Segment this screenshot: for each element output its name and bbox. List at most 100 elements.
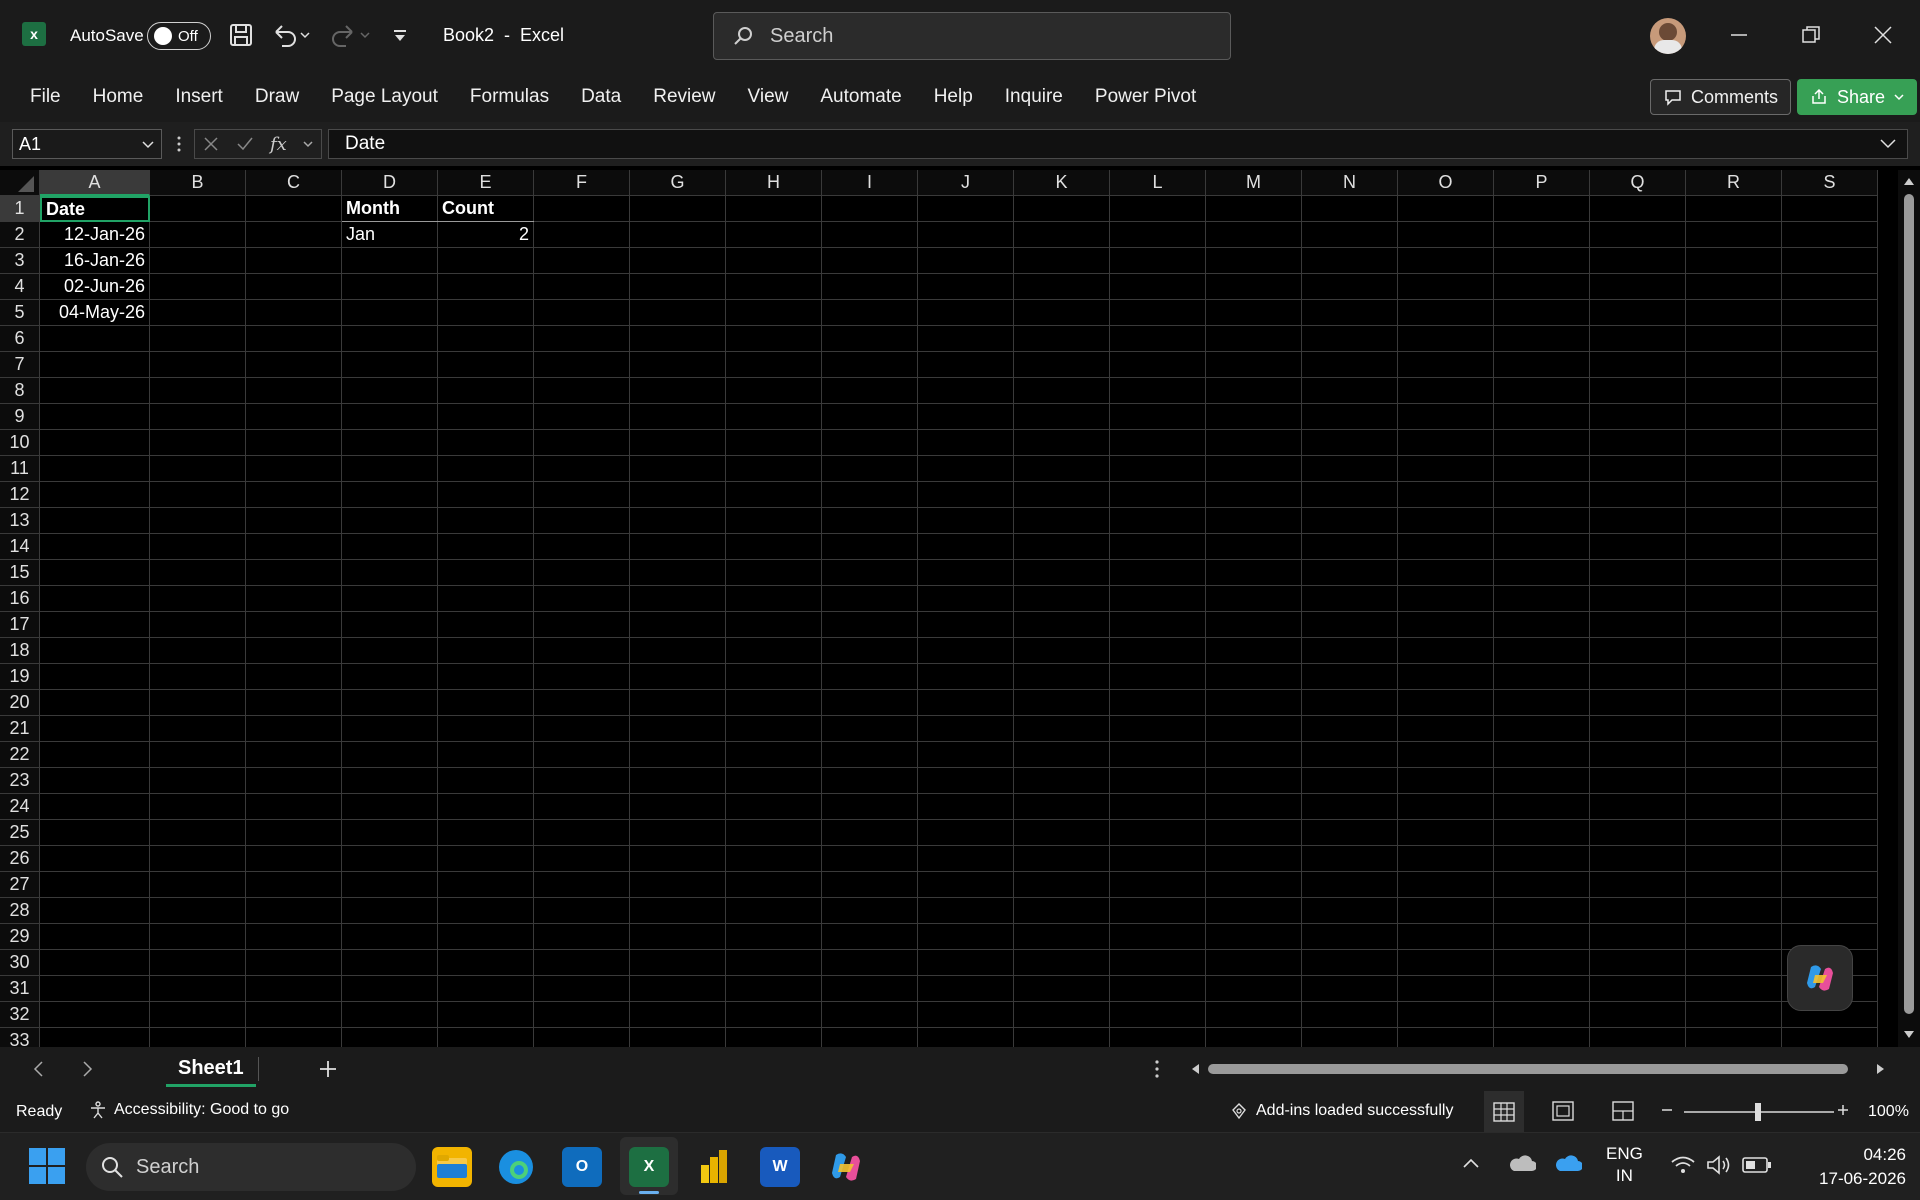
cell-f14[interactable]: [534, 534, 630, 560]
cell-p2[interactable]: [1494, 222, 1590, 248]
chevron-up-icon[interactable]: [1462, 1157, 1480, 1169]
cell-c14[interactable]: [246, 534, 342, 560]
clock[interactable]: 04:26 17-06-2026: [1796, 1143, 1906, 1191]
cell-o21[interactable]: [1398, 716, 1494, 742]
cell-k24[interactable]: [1014, 794, 1110, 820]
taskbar-excel-active[interactable]: X: [620, 1137, 678, 1195]
cell-o1[interactable]: [1398, 196, 1494, 222]
cell-f25[interactable]: [534, 820, 630, 846]
cell-q9[interactable]: [1590, 404, 1686, 430]
formula-input[interactable]: Date: [328, 129, 1908, 159]
cell-h23[interactable]: [726, 768, 822, 794]
cell-k9[interactable]: [1014, 404, 1110, 430]
cell-c20[interactable]: [246, 690, 342, 716]
column-header-s[interactable]: S: [1782, 170, 1878, 196]
cell-s9[interactable]: [1782, 404, 1878, 430]
cell-e27[interactable]: [438, 872, 534, 898]
accessibility-status[interactable]: Accessibility: Good to go: [88, 1100, 289, 1120]
cell-e17[interactable]: [438, 612, 534, 638]
cell-q7[interactable]: [1590, 352, 1686, 378]
cell-d14[interactable]: [342, 534, 438, 560]
cell-r18[interactable]: [1686, 638, 1782, 664]
cell-e32[interactable]: [438, 1002, 534, 1028]
cell-c33[interactable]: [246, 1028, 342, 1047]
cell-p8[interactable]: [1494, 378, 1590, 404]
cell-f11[interactable]: [534, 456, 630, 482]
cell-k8[interactable]: [1014, 378, 1110, 404]
cell-q1[interactable]: [1590, 196, 1686, 222]
cell-h3[interactable]: [726, 248, 822, 274]
cell-j6[interactable]: [918, 326, 1014, 352]
cell-r23[interactable]: [1686, 768, 1782, 794]
cell-l25[interactable]: [1110, 820, 1206, 846]
cell-a6[interactable]: [40, 326, 150, 352]
cell-b8[interactable]: [150, 378, 246, 404]
cell-b17[interactable]: [150, 612, 246, 638]
cell-h5[interactable]: [726, 300, 822, 326]
cell-e15[interactable]: [438, 560, 534, 586]
column-header-h[interactable]: H: [726, 170, 822, 196]
cell-b13[interactable]: [150, 508, 246, 534]
cell-s15[interactable]: [1782, 560, 1878, 586]
cell-k16[interactable]: [1014, 586, 1110, 612]
cell-l23[interactable]: [1110, 768, 1206, 794]
cell-n21[interactable]: [1302, 716, 1398, 742]
cell-h19[interactable]: [726, 664, 822, 690]
zoom-in-icon[interactable]: [1836, 1103, 1850, 1117]
cell-o11[interactable]: [1398, 456, 1494, 482]
cell-j10[interactable]: [918, 430, 1014, 456]
cell-b1[interactable]: [150, 196, 246, 222]
copilot-button[interactable]: [1787, 945, 1853, 1011]
cell-j11[interactable]: [918, 456, 1014, 482]
cell-r32[interactable]: [1686, 1002, 1782, 1028]
cell-m16[interactable]: [1206, 586, 1302, 612]
cell-p16[interactable]: [1494, 586, 1590, 612]
cell-f26[interactable]: [534, 846, 630, 872]
cell-d3[interactable]: [342, 248, 438, 274]
cell-o6[interactable]: [1398, 326, 1494, 352]
cell-e14[interactable]: [438, 534, 534, 560]
row-header-10[interactable]: 10: [0, 430, 40, 456]
cell-m7[interactable]: [1206, 352, 1302, 378]
cell-r3[interactable]: [1686, 248, 1782, 274]
cell-c13[interactable]: [246, 508, 342, 534]
cell-q29[interactable]: [1590, 924, 1686, 950]
cell-r1[interactable]: [1686, 196, 1782, 222]
cell-i16[interactable]: [822, 586, 918, 612]
cell-q19[interactable]: [1590, 664, 1686, 690]
avatar[interactable]: [1650, 18, 1686, 54]
next-sheet-icon[interactable]: [80, 1060, 94, 1078]
cell-p31[interactable]: [1494, 976, 1590, 1002]
cell-c6[interactable]: [246, 326, 342, 352]
cell-j13[interactable]: [918, 508, 1014, 534]
cell-s10[interactable]: [1782, 430, 1878, 456]
cell-a32[interactable]: [40, 1002, 150, 1028]
cell-f20[interactable]: [534, 690, 630, 716]
cell-f10[interactable]: [534, 430, 630, 456]
cell-n2[interactable]: [1302, 222, 1398, 248]
zoom-level[interactable]: 100%: [1868, 1103, 1909, 1121]
cell-n9[interactable]: [1302, 404, 1398, 430]
row-header-26[interactable]: 26: [0, 846, 40, 872]
cell-c7[interactable]: [246, 352, 342, 378]
cell-n32[interactable]: [1302, 1002, 1398, 1028]
cell-o15[interactable]: [1398, 560, 1494, 586]
cell-a21[interactable]: [40, 716, 150, 742]
cell-l8[interactable]: [1110, 378, 1206, 404]
column-header-i[interactable]: I: [822, 170, 918, 196]
cell-p25[interactable]: [1494, 820, 1590, 846]
cell-k28[interactable]: [1014, 898, 1110, 924]
cell-a17[interactable]: [40, 612, 150, 638]
cell-f15[interactable]: [534, 560, 630, 586]
cell-r8[interactable]: [1686, 378, 1782, 404]
cell-o31[interactable]: [1398, 976, 1494, 1002]
cell-j22[interactable]: [918, 742, 1014, 768]
cell-h22[interactable]: [726, 742, 822, 768]
cell-l9[interactable]: [1110, 404, 1206, 430]
cell-n15[interactable]: [1302, 560, 1398, 586]
cell-j30[interactable]: [918, 950, 1014, 976]
cell-g5[interactable]: [630, 300, 726, 326]
cell-o29[interactable]: [1398, 924, 1494, 950]
row-header-18[interactable]: 18: [0, 638, 40, 664]
cell-m1[interactable]: [1206, 196, 1302, 222]
